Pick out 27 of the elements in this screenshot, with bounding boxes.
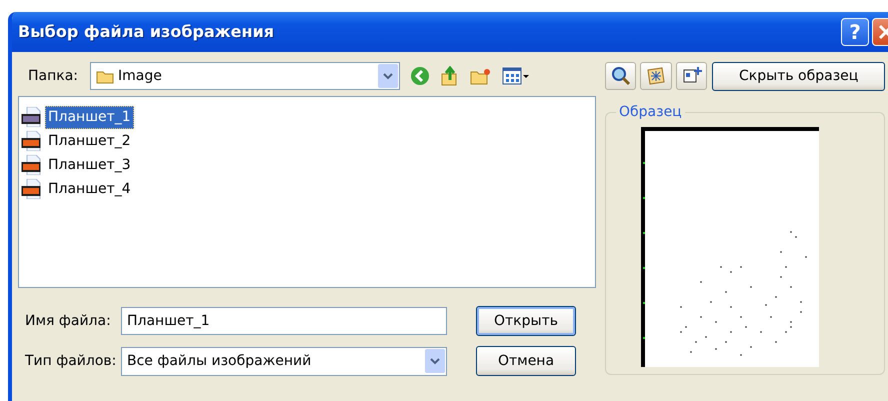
file-type-value: Все файлы изображений [126,352,312,370]
open-button[interactable]: Открыть [476,306,576,336]
file-item[interactable]: Планшет_4 [45,178,134,200]
cancel-button[interactable]: Отмена [476,346,576,376]
zoom-button[interactable] [605,62,636,90]
view-menu-icon[interactable] [502,67,530,85]
help-button[interactable]: ? [841,18,869,46]
file-item[interactable]: Планшет_2 [45,130,134,152]
folder-label: Папка: [27,66,80,86]
preview-title: Образец [616,103,685,121]
window-title: Выбор файла изображения [18,21,276,43]
folder-name: Image [118,66,163,86]
file-type-dropdown[interactable]: Все файлы изображений [121,346,447,376]
file-item[interactable]: Планшет_1 [45,106,134,128]
image-effect-button[interactable] [640,62,672,90]
folder-icon [96,68,114,84]
image-add-button[interactable] [676,62,708,90]
magnifier-icon [610,66,631,86]
file-type-label: Тип файлов: [24,352,118,370]
back-icon[interactable] [410,66,430,86]
file-item[interactable]: Планшет_3 [45,154,134,176]
file-name-field[interactable]: Планшет_1 [121,307,447,335]
file-name-label: Имя файла: [24,312,112,330]
sparkle-picture-icon [646,66,666,86]
folder-dropdown[interactable]: Image [90,62,400,90]
hide-preview-button[interactable]: Скрыть образец [712,62,886,90]
new-folder-icon[interactable] [470,67,492,85]
